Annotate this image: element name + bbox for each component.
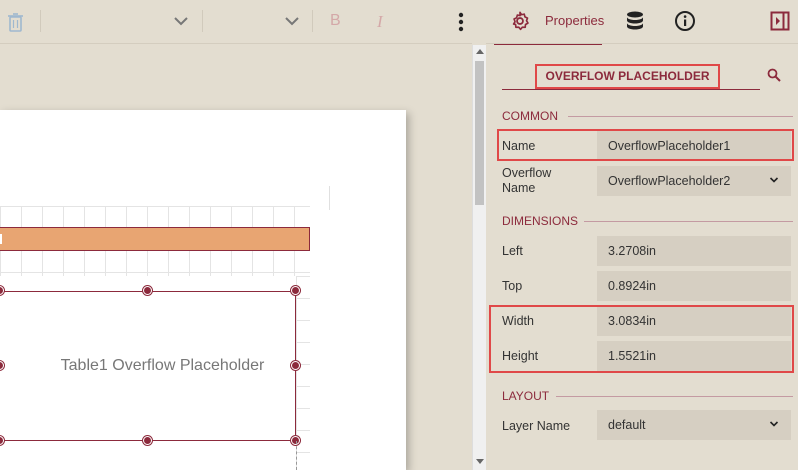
panel-header: Properties bbox=[486, 0, 798, 46]
overflow-name-label: Overflow Name bbox=[502, 166, 552, 195]
section-divider bbox=[584, 221, 793, 222]
scroll-up-arrow-icon[interactable] bbox=[476, 49, 484, 54]
font-family-dropdown-chevron-icon[interactable] bbox=[173, 13, 189, 29]
tab-properties-label: Properties bbox=[545, 13, 605, 28]
section-layout: LAYOUT bbox=[502, 389, 550, 403]
size-rows-highlight bbox=[489, 305, 794, 373]
resize-handle-top-center[interactable] bbox=[143, 286, 152, 295]
section-dimensions: DIMENSIONS bbox=[502, 214, 579, 228]
title-underline bbox=[502, 89, 760, 90]
overflow-placeholder[interactable]: Table1 Overflow Placeholder bbox=[0, 291, 296, 441]
left-label: Left bbox=[502, 244, 523, 258]
font-size-dropdown-chevron-icon[interactable] bbox=[284, 13, 300, 29]
gear-icon bbox=[512, 11, 529, 31]
row-marker bbox=[0, 234, 2, 244]
name-row-highlight bbox=[497, 129, 794, 161]
section-common: COMMON bbox=[502, 109, 558, 123]
search-icon[interactable] bbox=[767, 68, 781, 82]
info-icon[interactable] bbox=[674, 10, 696, 32]
alignment-guide bbox=[296, 441, 297, 470]
italic-button[interactable]: I bbox=[377, 12, 383, 32]
canvas-vertical-scrollbar[interactable] bbox=[472, 45, 486, 470]
resize-handle-top-right[interactable] bbox=[291, 286, 300, 295]
panel-title: OVERFLOW PLACEHOLDER bbox=[535, 64, 720, 89]
toolbar-divider bbox=[312, 10, 313, 32]
properties-panel: OVERFLOW PLACEHOLDER COMMON Name Overflo… bbox=[486, 45, 798, 470]
resize-handle-middle-right[interactable] bbox=[291, 361, 300, 370]
layer-name-label: Layer Name bbox=[502, 419, 571, 433]
toolbar-divider bbox=[202, 10, 203, 32]
alignment-guide bbox=[329, 186, 330, 210]
design-canvas[interactable]: Table1 Overflow Placeholder bbox=[0, 45, 470, 470]
table-header-row[interactable] bbox=[0, 227, 310, 251]
bold-button[interactable]: B bbox=[330, 12, 341, 30]
section-divider bbox=[568, 116, 793, 117]
delete-icon[interactable] bbox=[4, 10, 26, 34]
layer-name-value: default bbox=[608, 418, 646, 432]
scroll-down-arrow-icon[interactable] bbox=[476, 459, 484, 464]
overflow-name-value: OverflowPlaceholder2 bbox=[608, 174, 731, 188]
left-field[interactable]: 3.2708in bbox=[597, 236, 791, 266]
top-field[interactable]: 0.8924in bbox=[597, 271, 791, 301]
scrollbar-thumb[interactable] bbox=[475, 61, 484, 205]
toolbar-divider bbox=[40, 10, 41, 32]
resize-handle-bottom-center[interactable] bbox=[143, 436, 152, 445]
layer-name-select[interactable]: default bbox=[597, 410, 791, 440]
database-icon[interactable] bbox=[625, 10, 645, 32]
top-label: Top bbox=[502, 279, 523, 293]
chevron-down-icon bbox=[769, 177, 779, 183]
designer-toolbar: B I bbox=[0, 0, 472, 44]
section-divider bbox=[556, 396, 793, 397]
overflow-placeholder-label: Table1 Overflow Placeholder bbox=[60, 357, 265, 374]
report-page[interactable]: Table1 Overflow Placeholder bbox=[0, 110, 406, 470]
collapse-panel-icon[interactable] bbox=[770, 11, 790, 31]
resize-handle-bottom-left[interactable] bbox=[0, 436, 4, 445]
chevron-down-icon bbox=[769, 421, 779, 427]
more-options-icon[interactable] bbox=[456, 11, 466, 33]
tab-properties[interactable]: Properties bbox=[494, 0, 605, 46]
overflow-name-select[interactable]: OverflowPlaceholder2 bbox=[597, 166, 791, 196]
